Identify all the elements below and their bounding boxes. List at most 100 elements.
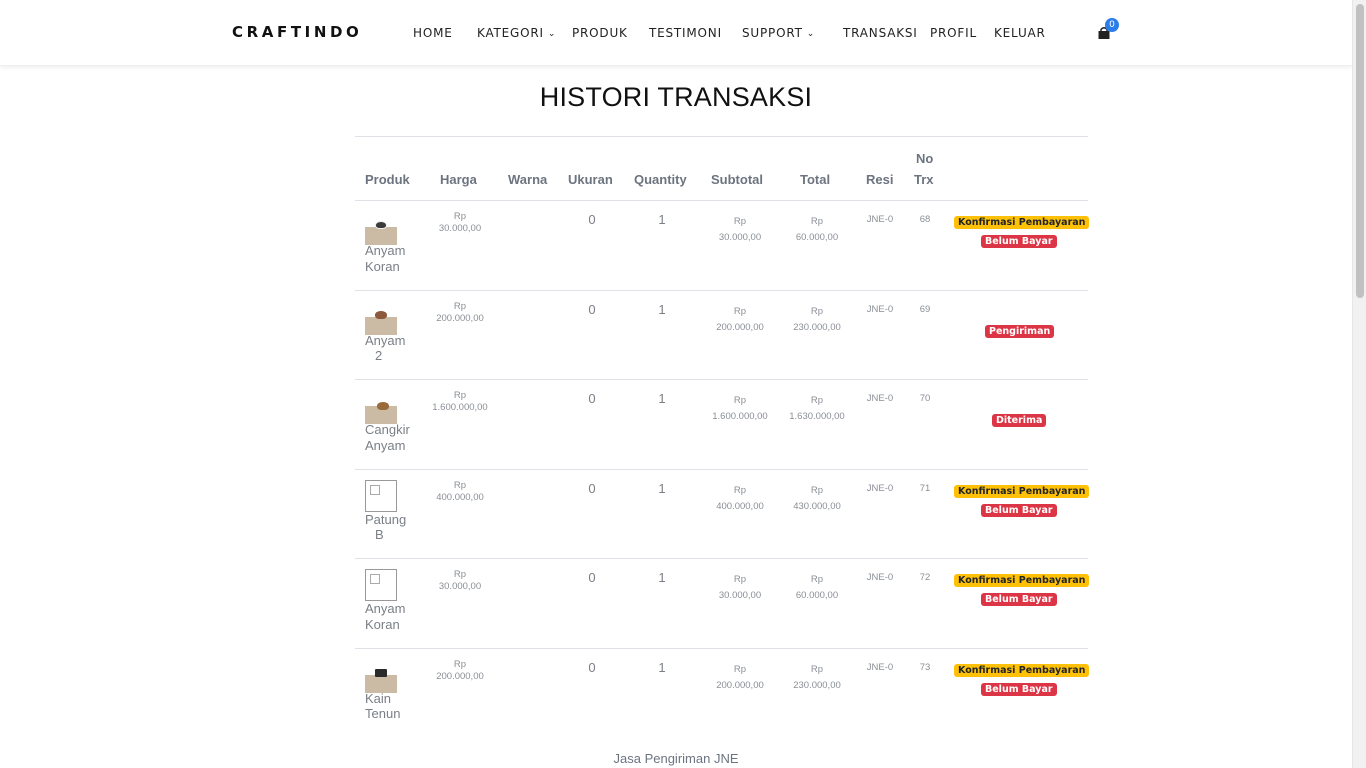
table-header: Produk Harga Warna Ukuran Quantity Subto… [355, 137, 1088, 201]
page-title: HISTORI TRANSAKSI [539, 82, 813, 112]
product-name: Cangkir Anyam [365, 422, 420, 453]
total-value: 60.000,00 [795, 232, 839, 243]
price-currency: Rp [453, 658, 467, 670]
product-name-line2: Tenun [365, 706, 401, 721]
subtotal-value: 30.000,00 [718, 590, 762, 601]
trx-number: 73 [919, 661, 931, 673]
confirm-payment-badge[interactable]: Konfirmasi Pembayaran [954, 484, 1090, 498]
product-name-line2: Koran [365, 258, 400, 274]
broken-image-icon [365, 569, 397, 601]
product-name: Anyam 2 [365, 333, 420, 364]
total-cell: Rp 1.630.000,00 [782, 393, 852, 425]
quantity-value: 1 [658, 301, 666, 317]
total-value: 230.000,00 [793, 679, 841, 691]
table-row: Patung B Rp 400.000,00 0 1 Rp 400.000,00 Rp… [355, 470, 1090, 559]
subtotal-value: 400.000,00 [716, 500, 764, 512]
total-value: 1.630.000,00 [789, 411, 845, 422]
trx-number: 68 [919, 214, 931, 225]
size-value: 0 [588, 480, 596, 496]
th-produk: Produk [365, 172, 410, 187]
trx-number: 70 [919, 393, 931, 404]
subtotal-value: 200.000,00 [716, 321, 764, 333]
product-name-line2: Koran [365, 616, 400, 632]
product-name: Anyam Koran [365, 601, 420, 632]
status-badge: Belum Bayar [981, 682, 1057, 696]
nav-keluar[interactable]: KELUAR [994, 26, 1046, 40]
table-row: Anyam Koran Rp 30.000,00 0 1 Rp 30.000,00 R… [355, 559, 1090, 649]
confirm-payment-badge[interactable]: Konfirmasi Pembayaran [954, 663, 1090, 677]
resi-value: JNE-0 [866, 393, 894, 404]
price-currency: Rp [453, 211, 467, 222]
total-cell: Rp 230.000,00 [782, 662, 852, 694]
nav-testimoni[interactable]: TESTIMONI [649, 26, 722, 40]
total-currency: Rp [810, 663, 824, 675]
product-name-line1: Anyam [365, 601, 406, 616]
nav-profil[interactable]: PROFIL [930, 26, 977, 40]
th-total: Total [800, 172, 831, 187]
status-badge: Diterima [992, 414, 1047, 427]
subtotal-currency: Rp [733, 574, 747, 585]
price-value: 30.000,00 [438, 581, 482, 592]
size-value: 0 [588, 301, 596, 317]
product-name: Kain Tenun [365, 691, 420, 722]
chevron-down-icon: ⌄ [547, 29, 557, 39]
confirm-payment-badge[interactable]: Konfirmasi Pembayaran [954, 574, 1090, 587]
nav-kategori[interactable]: KATEGORI ⌄ [477, 26, 556, 40]
resi-value: JNE-0 [866, 572, 894, 583]
nav-transaksi[interactable]: TRANSAKSI [843, 26, 918, 40]
trx-number: 71 [919, 482, 931, 494]
total-currency: Rp [810, 395, 824, 406]
total-cell: Rp 230.000,00 [782, 304, 852, 336]
product-name-line2: Anyam [365, 437, 406, 453]
resi-value: JNE-0 [866, 482, 894, 494]
brand-logo[interactable]: CRAFTINDO [232, 23, 362, 41]
price-cell: Rp 200.000,00 [425, 659, 495, 683]
subtotal-cell: Rp 200.000,00 [705, 304, 775, 336]
confirm-payment-badge[interactable]: Konfirmasi Pembayaran [954, 216, 1090, 229]
total-cell: Rp 60.000,00 [782, 572, 852, 604]
nav-produk[interactable]: PRODUK [572, 26, 628, 40]
nav-support-label: SUPPORT [742, 26, 803, 40]
total-value: 230.000,00 [793, 321, 841, 333]
total-cell: Rp 430.000,00 [782, 483, 852, 515]
th-subtotal: Subtotal [711, 172, 763, 187]
resi-value: JNE-0 [866, 661, 894, 673]
product-name-line1: Anyam [365, 243, 406, 258]
shipping-note: Jasa Pengiriman JNE [613, 751, 739, 766]
nav-support[interactable]: SUPPORT ⌄ [742, 26, 815, 40]
chevron-down-icon: ⌄ [806, 29, 816, 39]
quantity-value: 1 [658, 570, 666, 585]
size-value: 0 [588, 212, 596, 227]
product-name-line1: Anyam [365, 332, 406, 348]
table-row: Anyam Koran Rp 30.000,00 0 1 Rp 30.000,00 R… [355, 201, 1090, 291]
size-value: 0 [588, 391, 596, 406]
th-no-trx-line2: Trx [914, 172, 934, 187]
th-no-trx-line1: No [916, 151, 934, 166]
trx-number: 72 [919, 572, 931, 583]
subtotal-currency: Rp [733, 216, 747, 227]
product-name: Anyam Koran [365, 243, 420, 274]
price-value: 400.000,00 [436, 491, 484, 503]
price-value: 30.000,00 [438, 223, 482, 234]
vertical-scrollbar[interactable] [1352, 0, 1366, 768]
quantity-value: 1 [658, 659, 666, 675]
subtotal-cell: Rp 1.600.000,00 [705, 393, 775, 425]
th-quantity: Quantity [634, 172, 687, 187]
quantity-value: 1 [658, 212, 666, 227]
subtotal-currency: Rp [733, 663, 747, 675]
price-cell: Rp 200.000,00 [425, 301, 495, 325]
status-badge: Pengiriman [985, 324, 1055, 338]
table-row: Cangkir Anyam Rp 1.600.000,00 0 1 Rp 1.600.… [355, 380, 1088, 470]
trx-number: 69 [919, 303, 931, 315]
th-resi: Resi [866, 172, 894, 187]
scrollbar-thumb[interactable] [1356, 4, 1364, 298]
quantity-value: 1 [658, 480, 666, 496]
subtotal-currency: Rp [733, 305, 747, 317]
nav-kategori-label: KATEGORI [477, 26, 544, 40]
subtotal-cell: Rp 30.000,00 [705, 214, 775, 246]
transaction-table: Produk Harga Warna Ukuran Quantity Subto… [355, 136, 1090, 738]
price-cell: Rp 30.000,00 [425, 569, 495, 593]
nav-home[interactable]: HOME [413, 26, 453, 40]
product-name: Patung B [365, 512, 420, 543]
product-name-line1: Kain [365, 690, 392, 706]
